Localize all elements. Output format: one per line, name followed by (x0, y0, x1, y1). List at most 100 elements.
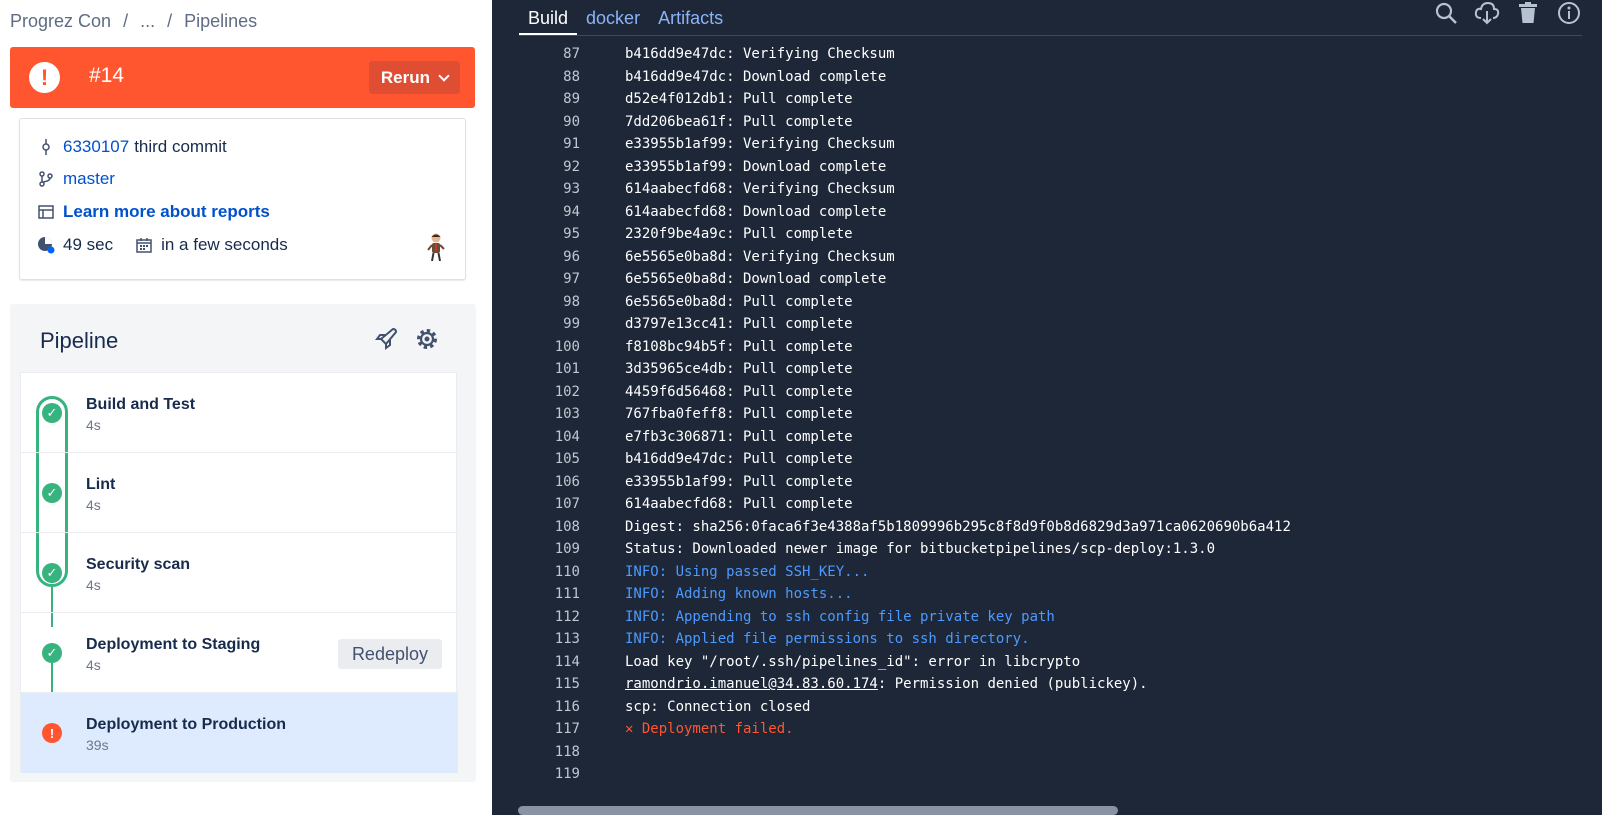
user-avatar[interactable] (425, 232, 447, 262)
commit-row: 6330107 third commit (37, 137, 227, 157)
log-line-number: 115 (554, 676, 580, 693)
log-line: 109 Status: Downloaded newer image for bi… (492, 538, 1602, 561)
log-line-number: 116 (554, 698, 580, 715)
rerun-button[interactable]: Rerun (368, 61, 460, 94)
search-icon[interactable] (1433, 0, 1459, 26)
step-duration: 39s (86, 737, 109, 753)
success-check-icon: ✓ (42, 483, 62, 503)
log-line-text: INFO: Applied file permissions to ssh di… (625, 631, 1030, 648)
log-line: 88 b416dd9e47dc: Download complete (492, 66, 1602, 89)
gear-icon[interactable] (414, 326, 440, 352)
log-line: 102 4459f6d56468: Pull complete (492, 381, 1602, 404)
log-line: 94 614aabecfd68: Download complete (492, 201, 1602, 224)
log-line-number: 112 (554, 608, 580, 625)
log-line-number: 89 (563, 91, 580, 108)
info-icon[interactable] (1556, 0, 1582, 26)
log-line-number: 106 (554, 473, 580, 490)
branch-link[interactable]: master (63, 169, 115, 189)
tab-build[interactable]: Build (519, 0, 578, 36)
log-line: 100 f8108bc94b5f: Pull complete (492, 336, 1602, 359)
log-line: 105 b416dd9e47dc: Pull complete (492, 448, 1602, 471)
log-line-text: d3797e13cc41: Pull complete (625, 316, 853, 333)
deploy-rocket-icon[interactable] (373, 326, 399, 352)
log-line-text: INFO: Using passed SSH_KEY... (625, 563, 870, 580)
log-line: 98 6e5565e0ba8d: Pull complete (492, 291, 1602, 314)
log-line: 110 INFO: Using passed SSH_KEY... (492, 561, 1602, 584)
reports-row: Learn more about reports (37, 202, 270, 222)
log-line: 108 Digest: sha256:0faca6f3e4388af5b18099… (492, 516, 1602, 539)
log-line-text-rest: : Permission denied (publickey). (877, 676, 1148, 693)
log-line: 101 3d35965ce4db: Pull complete (492, 358, 1602, 381)
log-line: 103 767fba0feff8: Pull complete (492, 403, 1602, 426)
log-line-number: 117 (554, 721, 580, 738)
reports-icon (37, 203, 55, 221)
redeploy-button[interactable]: Redeploy (337, 639, 442, 669)
log-line-text: f8108bc94b5f: Pull complete (625, 338, 853, 355)
pipeline-title: Pipeline (40, 328, 119, 353)
log-toolbar (1433, 0, 1582, 26)
log-line: 89 d52e4f012db1: Pull complete (492, 88, 1602, 111)
log-line: 92 e33955b1af99: Download complete (492, 156, 1602, 179)
log-line-text: INFO: Appending to ssh config file priva… (625, 608, 1055, 625)
log-line: 115 ramondrio.imanuel@34.83.60.174: Permi… (492, 673, 1602, 696)
success-check-icon: ✓ (42, 403, 62, 423)
breadcrumb-separator: / (167, 11, 173, 31)
log-line-number: 96 (563, 248, 580, 265)
log-panel: Build docker Artifacts 87 b416dd9e47dc: V… (492, 0, 1602, 815)
step-deployment-production[interactable]: ! Deployment to Production 39s (21, 693, 458, 773)
log-line-text: b416dd9e47dc: Pull complete (625, 451, 853, 468)
breadcrumb-item-repo[interactable]: Progrez Con (10, 11, 111, 32)
failed-alert-icon: ! (42, 723, 62, 743)
log-line-number: 110 (554, 563, 580, 580)
step-build-and-test[interactable]: ✓ Build and Test 4s (21, 373, 458, 453)
log-line: 95 2320f9be4a9c: Pull complete (492, 223, 1602, 246)
log-line-number: 98 (563, 293, 580, 310)
log-line: 112 INFO: Appending to ssh config file pr… (492, 606, 1602, 629)
log-line-text: e33955b1af99: Download complete (625, 158, 887, 175)
tab-divider (519, 35, 1582, 36)
breadcrumb-item-ellipsis[interactable]: ... (140, 11, 155, 32)
chevron-down-icon (438, 69, 450, 82)
log-line-number: 102 (554, 383, 580, 400)
log-line: 87 b416dd9e47dc: Verifying Checksum (492, 43, 1602, 66)
step-duration: 4s (86, 417, 101, 433)
log-line-number: 111 (554, 586, 580, 603)
learn-more-reports-link[interactable]: Learn more about reports (63, 202, 270, 222)
step-lint[interactable]: ✓ Lint 4s (21, 453, 458, 533)
horizontal-scrollbar[interactable] (518, 806, 1118, 815)
log-line-number: 114 (554, 653, 580, 670)
log-line-text: e33955b1af99: Pull complete (625, 473, 853, 490)
pipeline-panel: Pipeline ✓ Build and Test 4s ✓ Lint 4s ✓ (10, 304, 476, 782)
tab-docker[interactable]: docker (577, 0, 649, 36)
breadcrumb-item-pipelines[interactable]: Pipelines (184, 11, 257, 32)
log-line-text: 6e5565e0ba8d: Pull complete (625, 293, 853, 310)
step-duration: 4s (86, 657, 101, 673)
step-deployment-staging[interactable]: ✓ Deployment to Staging 4s Redeploy (21, 613, 458, 693)
log-line-text: Digest: sha256:0faca6f3e4388af5b1809996b… (625, 518, 1291, 535)
log-line: 91 e33955b1af99: Verifying Checksum (492, 133, 1602, 156)
success-check-icon: ✓ (42, 563, 62, 583)
pipeline-status-bar: ! #14 Rerun (10, 47, 475, 108)
log-line-text: 6e5565e0ba8d: Verifying Checksum (625, 248, 895, 265)
log-line-number: 94 (563, 203, 580, 220)
log-line-text: d52e4f012db1: Pull complete (625, 91, 853, 108)
pipeline-steps-list: ✓ Build and Test 4s ✓ Lint 4s ✓ Security… (20, 372, 458, 773)
trash-icon[interactable] (1515, 0, 1541, 26)
log-line-text: 4459f6d56468: Pull complete (625, 383, 853, 400)
step-name: Lint (86, 476, 116, 493)
log-line-number: 118 (554, 743, 580, 760)
log-line-text: 614aabecfd68: Download complete (625, 203, 887, 220)
left-pane: Progrez Con / ... / Pipelines ! #14 Reru… (0, 0, 492, 815)
duration-value: 49 sec (63, 235, 114, 254)
email-link[interactable]: ramondrio.imanuel@34.83.60.174 (625, 676, 878, 692)
log-line: 116 scp: Connection closed (492, 696, 1602, 719)
commit-hash-link[interactable]: 6330107 (63, 137, 129, 157)
log-line: 113 INFO: Applied file permissions to ssh… (492, 628, 1602, 651)
step-security-scan[interactable]: ✓ Security scan 4s (21, 533, 458, 613)
calendar-icon (135, 236, 153, 254)
log-line-number: 119 (554, 766, 580, 783)
log-line-number: 107 (554, 496, 580, 513)
step-name: Deployment to Production (86, 716, 286, 733)
download-cloud-icon[interactable] (1474, 0, 1500, 26)
tab-artifacts[interactable]: Artifacts (649, 0, 732, 36)
